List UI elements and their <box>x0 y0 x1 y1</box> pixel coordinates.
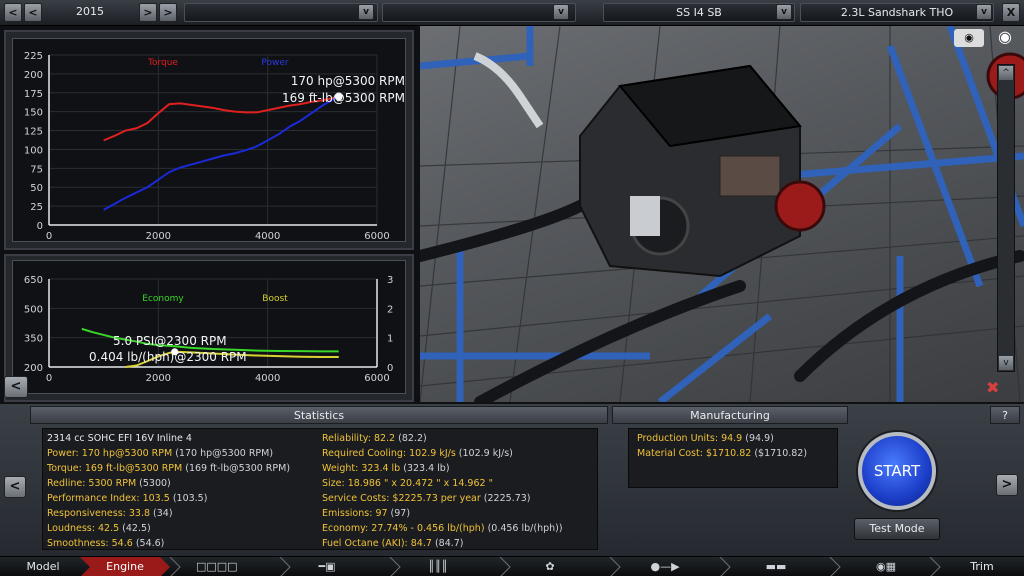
y-tick-label-left: 200 <box>24 363 43 374</box>
next-page-button[interactable]: > <box>996 474 1018 496</box>
stat-required-cooling: Required Cooling: 102.9 kJ/s (102.9 kJ/s… <box>322 448 513 459</box>
start-button[interactable]: START <box>858 432 936 510</box>
y-tick-label: 25 <box>30 202 43 213</box>
engine-3d-viewport[interactable] <box>420 26 1024 402</box>
flywheel <box>774 180 826 232</box>
y-tick-label-left: 650 <box>24 275 43 286</box>
y-tick-label-right: 3 <box>387 275 393 286</box>
y-tick-label-left: 500 <box>24 304 43 315</box>
year-next-button[interactable]: > <box>139 3 157 22</box>
year-next-fast-button[interactable]: > <box>159 3 177 22</box>
y-tick-label: 200 <box>24 70 43 81</box>
stat-smoothness: Smoothness: 54.6 (54.6) <box>47 538 165 549</box>
year-prev-fast-button[interactable]: < <box>24 3 42 22</box>
y-tick-label: 100 <box>24 145 43 156</box>
intake-pipe <box>630 196 660 236</box>
torque-power-chart: 225 200 175 150 125 100 75 50 25 00 2000 4000 6000 To… <box>24 51 405 242</box>
engine-family-field[interactable]: SS I4 SB <box>603 3 795 22</box>
manufacturing-header: Manufacturing <box>612 406 848 424</box>
series-line-power <box>103 95 340 211</box>
year-field: 2015 <box>76 5 104 18</box>
stat-performance-index: Performance Index: 103.5 (103.5) <box>47 493 208 504</box>
dropdown-1[interactable] <box>184 3 378 22</box>
dropdown-1-open-button[interactable]: v <box>358 4 374 20</box>
scroll-up-button[interactable]: ^ <box>999 66 1013 80</box>
game-screen: < < 2015 > > v v SS I4 SB v 2.3L Sandsha… <box>0 0 1024 576</box>
engine-block <box>579 64 826 278</box>
stat-reliability: Reliability: 82.2 (82.2) <box>322 433 427 444</box>
power-peak-annotation: 170 hp@5300 RPM <box>291 74 405 88</box>
manufacturing-box: Production Units: 94.9 (94.9) Material C… <box>628 428 838 488</box>
y-tick-label: 125 <box>24 127 43 138</box>
y-tick-label-right: 1 <box>387 334 393 345</box>
torque-power-graph: 225 200 175 150 125 100 75 50 25 0 0 2000 4000 6000 To… <box>12 38 406 242</box>
boost-annotation: 5.0 PSI@2300 RPM <box>113 334 227 348</box>
scroll-down-button[interactable]: v <box>999 356 1013 370</box>
legend-boost: Boost <box>262 294 288 304</box>
y-tick-label: 50 <box>30 183 43 194</box>
torque-power-panel: 225 200 175 150 125 100 75 50 25 0 0 2000 4000 6000 To… <box>4 30 414 250</box>
stat-torque: Torque: 169 ft-lb@5300 RPM (169 ft-lb@53… <box>47 463 291 474</box>
engine-variant-open-button[interactable]: v <box>976 4 992 20</box>
y-tick-label: 150 <box>24 108 43 119</box>
statistics-header: Statistics <box>30 406 608 424</box>
view-reset-icon[interactable]: ✖ <box>986 378 999 397</box>
stat-emissions: Emissions: 97 (97) <box>322 508 411 519</box>
torque-peak-annotation: 169 ft-lb@5300 RPM <box>282 91 405 105</box>
help-button[interactable]: ? <box>990 406 1020 424</box>
economy-boost-panel: 650 500 350 200 3 2 1 0 0 2000 4000 6000 Economy Boos… <box>4 254 414 402</box>
prev-page-button[interactable]: < <box>4 476 26 498</box>
legend-power: Power <box>261 58 289 68</box>
stat-loudness: Loudness: 42.5 (42.5) <box>47 523 151 534</box>
economy-boost-graph: 650 500 350 200 3 2 1 0 0 2000 4000 6000 Economy Boos… <box>12 260 406 394</box>
tab-separators <box>169 557 941 576</box>
x-tick-label: 6000 <box>364 231 389 242</box>
stat-responsiveness: Responsiveness: 33.8 (34) <box>47 508 173 519</box>
statistics-box: 2314 cc SOHC EFI 16V Inline 4 Power: 170… <box>42 428 598 550</box>
y-tick-label-left: 350 <box>24 334 43 345</box>
y-tick-label: 225 <box>24 51 43 62</box>
intake-tube <box>473 52 544 129</box>
stat-redline: Redline: 5300 RPM (5300) <box>47 478 171 489</box>
collapse-graphs-button[interactable]: < <box>4 376 28 398</box>
x-tick-label: 2000 <box>146 373 171 384</box>
stat-engine-config: 2314 cc SOHC EFI 16V Inline 4 <box>47 433 192 444</box>
legend-torque: Torque <box>147 58 178 68</box>
x-tick-label: 2000 <box>146 231 171 242</box>
stat-power: Power: 170 hp@5300 RPM (170 hp@5300 RPM) <box>47 448 274 459</box>
mfg-material-cost: Material Cost: $1710.82 ($1710.82) <box>637 448 808 459</box>
year-prev-button[interactable]: < <box>4 3 22 22</box>
engine-family-open-button[interactable]: v <box>776 4 792 20</box>
dropdown-2[interactable] <box>382 3 576 22</box>
y-tick-label: 175 <box>24 89 43 100</box>
x-tick-label: 4000 <box>255 231 280 242</box>
designer-tab-bar: Model Engine □□□□ ━▣ ║║║ ✿ ●—▶ ▬▬ ◉▦ Tri… <box>0 556 1024 576</box>
x-tick-label: 6000 <box>364 373 389 384</box>
legend-economy: Economy <box>142 294 184 304</box>
y-tick-label-right: 2 <box>387 304 393 315</box>
exhaust-manifold <box>719 155 781 197</box>
close-button[interactable]: X <box>1002 3 1020 22</box>
test-mode-button[interactable]: Test Mode <box>854 518 940 540</box>
x-tick-label: 0 <box>46 231 52 242</box>
dropdown-2-open-button[interactable]: v <box>553 4 569 20</box>
x-tick-label: 0 <box>46 373 52 384</box>
camera-icon[interactable]: ◉ <box>954 29 984 47</box>
stat-weight: Weight: 323.4 lb (323.4 lb) <box>322 463 450 474</box>
mfg-production-units: Production Units: 94.9 (94.9) <box>637 433 774 444</box>
engine-variant-field[interactable]: 2.3L Sandshark THO <box>800 3 994 22</box>
stat-fuel-octane: Fuel Octane (AKI): 84.7 (84.7) <box>322 538 464 549</box>
y-tick-label: 75 <box>30 164 43 175</box>
y-tick-label: 0 <box>37 221 43 232</box>
top-bar: < < 2015 > > v v SS I4 SB v 2.3L Sandsha… <box>0 0 1024 26</box>
viewport-scrollbar[interactable]: ^ v <box>997 64 1015 372</box>
stat-service-costs: Service Costs: $2225.73 per year (2225.7… <box>322 493 531 504</box>
economy-annotation: 0.404 lb/(hph)@2300 RPM <box>89 350 247 364</box>
engine-scene <box>420 26 1024 402</box>
stat-size: Size: 18.986 " x 20.472 " x 14.962 " <box>322 478 493 489</box>
stat-economy: Economy: 27.74% - 0.456 lb/(hph) (0.456 … <box>322 523 563 534</box>
x-tick-label: 4000 <box>255 373 280 384</box>
eye-icon[interactable]: ◉ <box>990 27 1020 47</box>
economy-boost-chart: 65050035020032100 2000 4000 6000Economy Boos… <box>24 275 393 384</box>
